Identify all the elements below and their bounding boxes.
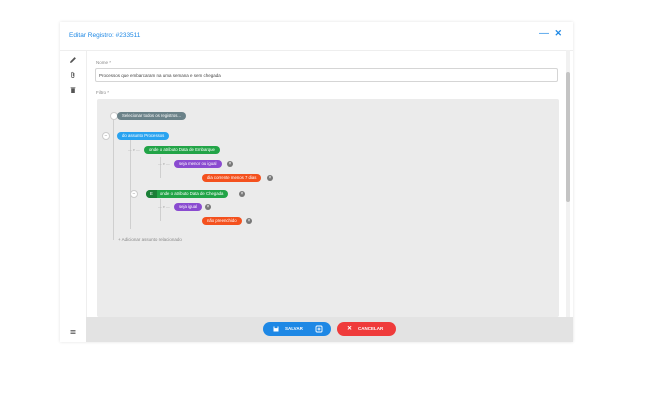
dialog-sidebar	[60, 50, 87, 342]
menu-icon[interactable]	[69, 328, 77, 336]
group1-attribute-pill[interactable]: onde o atributo Data de Embarque	[144, 146, 220, 154]
scrollbar[interactable]	[566, 50, 570, 342]
cancel-button[interactable]: ✕ CANCELAR	[337, 322, 396, 336]
dialog-footer: SALVAR ✕ CANCELAR	[86, 317, 573, 342]
edit-record-dialog: Editar Registro: #233511 — ✕ Nome * Proc…	[60, 22, 573, 342]
pencil-icon[interactable]	[69, 56, 77, 64]
close-icon[interactable]: ✕	[554, 28, 562, 39]
tree-line	[130, 139, 131, 229]
dialog-title: Editar Registro: #233511	[69, 32, 141, 39]
paperclip-icon[interactable]	[69, 71, 77, 79]
negate-toggle[interactable]: E	[146, 190, 157, 198]
group1-value-pill[interactable]: dia corrente menos 7 dias	[202, 174, 262, 182]
tree-line	[113, 116, 114, 240]
scrollbar-thumb[interactable]	[566, 72, 570, 202]
group2-value-pill[interactable]: não preenchido	[202, 217, 242, 225]
filter-panel: Selecionar todos os registros... − do as…	[97, 99, 559, 317]
trash-icon[interactable]	[69, 86, 77, 94]
group2-inner-connector[interactable]: — e —	[158, 205, 170, 209]
save-button[interactable]: SALVAR	[263, 322, 331, 336]
add-related-subject-link[interactable]: + Adicionar assunto relacionado	[118, 237, 182, 242]
collapse-icon[interactable]: −	[130, 190, 138, 198]
group1-connector[interactable]: — e —	[128, 148, 140, 152]
save-and-new-icon[interactable]	[315, 325, 323, 333]
group2-operator-pill[interactable]: seja igual	[174, 203, 203, 211]
tree-line	[160, 157, 161, 178]
dialog-titlebar: Editar Registro: #233511 — ✕	[60, 22, 573, 51]
remove-icon[interactable]: ×	[267, 175, 273, 181]
filter-label: Filtro *	[96, 90, 110, 95]
remove-icon[interactable]: ×	[205, 204, 211, 210]
close-icon: ✕	[347, 326, 353, 332]
group1-operator-pill[interactable]: seja menor ou igual	[174, 160, 222, 168]
remove-icon[interactable]: ×	[239, 191, 245, 197]
select-all-pill[interactable]: Selecionar todos os registros...	[117, 112, 186, 120]
remove-icon[interactable]: ×	[246, 218, 252, 224]
group1-inner-connector[interactable]: — e —	[158, 162, 170, 166]
group2-attribute-pill[interactable]: Eonde o atributo Data de Chegada	[146, 190, 229, 198]
save-label: SALVAR	[285, 326, 303, 331]
name-label: Nome *	[96, 60, 112, 65]
collapse-icon[interactable]: −	[102, 132, 110, 140]
subject-pill[interactable]: do assunto Processos	[117, 132, 170, 140]
minimize-icon[interactable]: —	[539, 28, 549, 39]
name-input[interactable]: Processos que embarcaram na uma semana e…	[95, 68, 558, 82]
floppy-icon	[273, 326, 279, 332]
remove-icon[interactable]: ×	[227, 161, 233, 167]
cancel-label: CANCELAR	[358, 326, 384, 331]
group2-attribute-label: onde o atributo Data de Chegada	[159, 191, 224, 196]
tree-line	[160, 199, 161, 221]
